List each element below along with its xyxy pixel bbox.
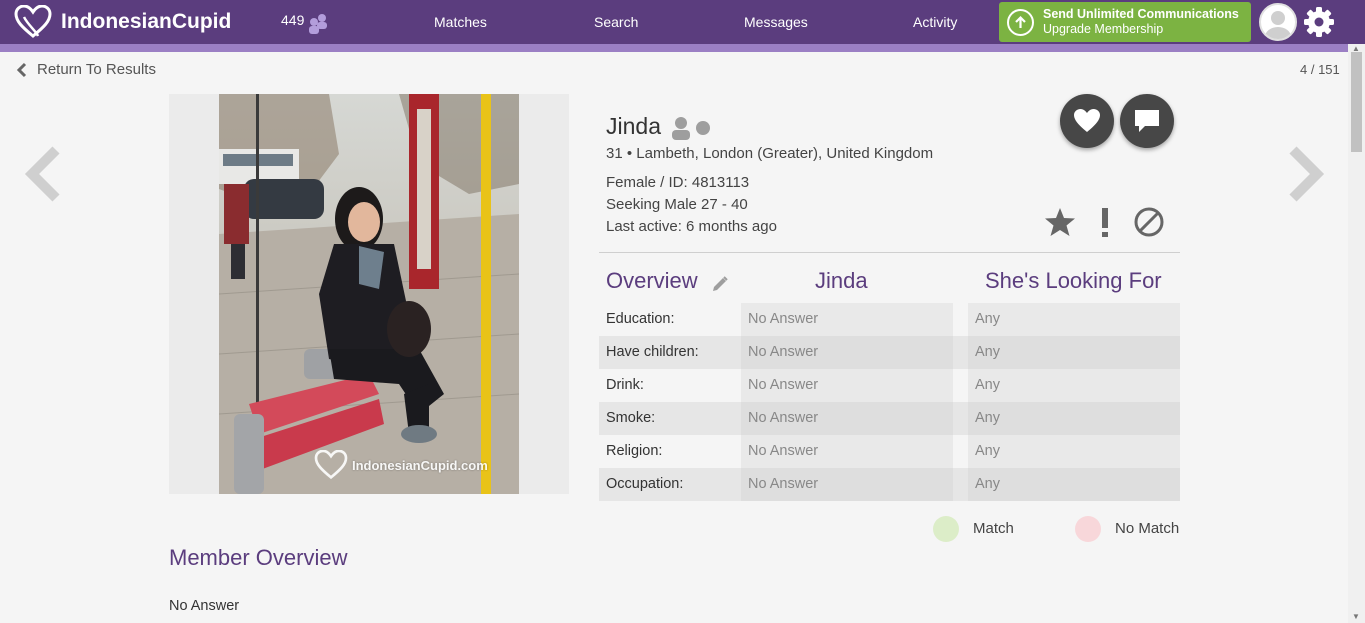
overview-row-have-children: Have children: No Answer Any bbox=[599, 336, 1180, 369]
brand-name: IndonesianCupid bbox=[61, 10, 232, 33]
looking-answer: Any bbox=[975, 443, 1000, 459]
like-button[interactable] bbox=[1060, 94, 1114, 148]
member-answer-cell: No Answer bbox=[741, 336, 953, 369]
overview-row-smoke: Smoke: No Answer Any bbox=[599, 402, 1180, 435]
gear-icon[interactable] bbox=[1303, 6, 1335, 38]
overview-row-drink: Drink: No Answer Any bbox=[599, 369, 1180, 402]
row-label: Religion: bbox=[606, 443, 663, 459]
next-profile-arrow-icon[interactable] bbox=[1287, 145, 1325, 203]
return-label: Return To Results bbox=[37, 61, 156, 78]
looking-answer-cell: Any bbox=[968, 369, 1180, 402]
top-navigation-bar: IndonesianCupid 449 Matches Search Messa… bbox=[0, 0, 1365, 44]
looking-answer: Any bbox=[975, 344, 1000, 360]
member-answer: No Answer bbox=[748, 377, 819, 393]
looking-answer: Any bbox=[975, 377, 1000, 393]
looking-answer-cell: Any bbox=[968, 402, 1180, 435]
row-label: Have children: bbox=[606, 344, 699, 360]
watermark-heart-icon bbox=[314, 450, 348, 480]
default-user-icon bbox=[1265, 11, 1291, 39]
overview-row-education: Education: No Answer Any bbox=[599, 303, 1180, 336]
looking-answer: Any bbox=[975, 476, 1000, 492]
message-button[interactable] bbox=[1120, 94, 1174, 148]
page-scrollbar[interactable]: ▲ ▼ bbox=[1348, 44, 1365, 623]
profile-location: 31 • Lambeth, London (Greater), United K… bbox=[606, 145, 934, 162]
online-users-counter[interactable]: 449 bbox=[281, 12, 329, 34]
overview-row-religion: Religion: No Answer Any bbox=[599, 435, 1180, 468]
nav-activity[interactable]: Activity bbox=[913, 14, 957, 30]
heart-icon bbox=[1074, 109, 1100, 132]
upgrade-subtitle: Upgrade Membership bbox=[1043, 22, 1164, 36]
member-answer-cell: No Answer bbox=[741, 369, 953, 402]
member-answer: No Answer bbox=[748, 476, 819, 492]
profile-photo-image bbox=[219, 94, 519, 494]
match-legend-label: Match bbox=[973, 520, 1014, 537]
row-label: Smoke: bbox=[606, 410, 656, 426]
watermark-text: IndonesianCupid.com bbox=[352, 457, 488, 473]
member-overview-text: No Answer bbox=[169, 598, 240, 614]
member-overview-heading: Member Overview bbox=[169, 545, 348, 570]
scrollbar-thumb[interactable] bbox=[1351, 52, 1362, 152]
looking-answer-cell: Any bbox=[968, 468, 1180, 501]
profile-photo[interactable]: IndonesianCupid.com bbox=[219, 94, 519, 494]
upgrade-title: Send Unlimited Communications bbox=[1043, 7, 1239, 21]
member-answer: No Answer bbox=[748, 311, 819, 327]
heart-logo-icon bbox=[14, 5, 52, 38]
row-label: Education: bbox=[606, 311, 675, 327]
chevron-left-icon bbox=[16, 62, 27, 77]
profile-status-icons bbox=[671, 116, 711, 140]
photo-watermark: IndonesianCupid.com bbox=[314, 450, 488, 480]
report-exclamation-icon[interactable] bbox=[1097, 206, 1113, 238]
edit-pencil-icon[interactable] bbox=[711, 275, 729, 293]
online-status-dot-icon bbox=[696, 121, 710, 135]
profile-gender-id: Female / ID: 4813113 bbox=[606, 174, 750, 191]
no-match-legend-label: No Match bbox=[1115, 520, 1180, 537]
looking-answer: Any bbox=[975, 311, 1000, 327]
member-answer-cell: No Answer bbox=[741, 468, 953, 501]
member-answer-cell: No Answer bbox=[741, 303, 953, 336]
previous-profile-arrow-icon[interactable] bbox=[24, 145, 62, 203]
person-icon bbox=[672, 117, 690, 140]
no-match-legend-dot bbox=[1075, 516, 1101, 542]
star-favorite-icon[interactable] bbox=[1044, 206, 1076, 238]
chat-bubble-icon bbox=[1135, 110, 1159, 132]
nav-search[interactable]: Search bbox=[594, 14, 638, 30]
section-divider bbox=[599, 252, 1180, 253]
scroll-down-icon[interactable]: ▼ bbox=[1352, 612, 1360, 621]
block-icon[interactable] bbox=[1133, 206, 1165, 238]
match-legend-dot bbox=[933, 516, 959, 542]
return-to-results-link[interactable]: Return To Results bbox=[16, 61, 156, 78]
row-label: Drink: bbox=[606, 377, 644, 393]
row-label: Occupation: bbox=[606, 476, 684, 492]
header-accent-stripe bbox=[0, 44, 1365, 52]
looking-answer-cell: Any bbox=[968, 336, 1180, 369]
profile-last-active: Last active: 6 months ago bbox=[606, 218, 777, 235]
people-icon bbox=[309, 14, 328, 34]
member-answer: No Answer bbox=[748, 410, 819, 426]
upgrade-membership-button[interactable]: Send Unlimited Communications Upgrade Me… bbox=[999, 2, 1251, 42]
looking-for-column-heading: She's Looking For bbox=[985, 268, 1162, 293]
member-answer: No Answer bbox=[748, 344, 819, 360]
result-pager: 4 / 151 bbox=[1300, 62, 1340, 77]
profile-photo-frame: IndonesianCupid.com bbox=[169, 94, 569, 494]
online-count: 449 bbox=[281, 12, 305, 28]
user-avatar[interactable] bbox=[1259, 3, 1297, 41]
profile-seeking: Seeking Male 27 - 40 bbox=[606, 196, 748, 213]
looking-answer-cell: Any bbox=[968, 303, 1180, 336]
member-answer-cell: No Answer bbox=[741, 435, 953, 468]
nav-messages[interactable]: Messages bbox=[744, 14, 808, 30]
brand-logo[interactable]: IndonesianCupid bbox=[14, 5, 231, 39]
profile-name: Jinda bbox=[606, 113, 661, 139]
member-answer: No Answer bbox=[748, 443, 819, 459]
upload-arrow-icon bbox=[1007, 8, 1034, 36]
looking-answer: Any bbox=[975, 410, 1000, 426]
nav-matches[interactable]: Matches bbox=[434, 14, 487, 30]
overview-heading: Overview bbox=[606, 268, 698, 293]
looking-answer-cell: Any bbox=[968, 435, 1180, 468]
member-answer-cell: No Answer bbox=[741, 402, 953, 435]
overview-row-occupation: Occupation: No Answer Any bbox=[599, 468, 1180, 501]
member-column-heading: Jinda bbox=[815, 268, 868, 293]
